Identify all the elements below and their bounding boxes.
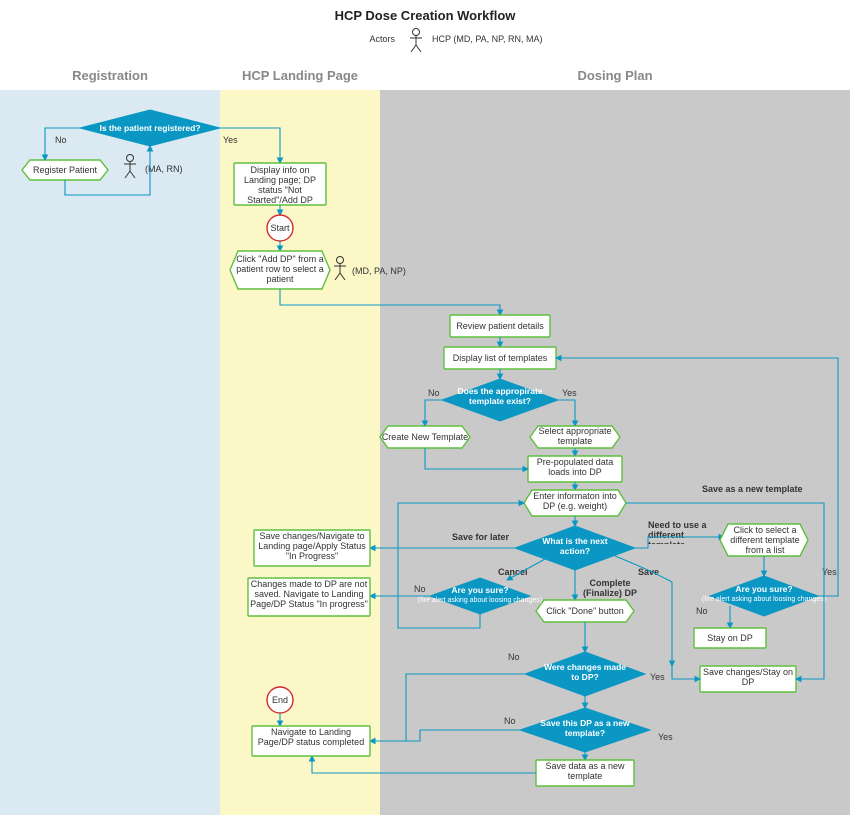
process-navigate-completed: Navigate to Landing Page/DP status compl…: [252, 726, 370, 756]
label-need-diff: Need to use a different template: [648, 520, 718, 544]
label-yes: Yes: [223, 135, 238, 145]
label-save: Save: [638, 567, 659, 577]
process-save-data-template: Save data as a new template: [536, 760, 634, 786]
action-select-template: Select appropriate template: [530, 426, 620, 448]
process-display-templates: Display list of templates: [444, 347, 556, 369]
svg-text:(fire alert asking about loosi: (fire alert asking about loosing changes…: [702, 596, 826, 603]
lane-dosing-title: Dosing Plan: [577, 68, 652, 83]
label-no: No: [428, 388, 440, 398]
process-save-navigate: Save changes/Navigate to Landing page/Ap…: [254, 530, 370, 566]
label-complete: Complete (Finalize) DP: [570, 578, 650, 598]
label-no: No: [414, 584, 426, 594]
label-save-for-later: Save for later: [452, 532, 510, 542]
actor-icon: [410, 29, 422, 53]
action-click-select-diff: Click to select a different template fro…: [720, 524, 808, 556]
actor-ma-rn-label: (MA, RN): [145, 164, 183, 174]
actor-md-pa-np-label: (MD, PA, NP): [352, 266, 406, 276]
action-register-patient: Register Patient: [22, 160, 108, 180]
svg-text:End: End: [272, 695, 288, 705]
terminator-start: Start: [267, 215, 293, 241]
label-no: No: [55, 135, 67, 145]
action-click-add-dp: Click "Add DP" from a patient row to sel…: [230, 251, 330, 289]
lane-landing-title: HCP Landing Page: [242, 68, 358, 83]
svg-text:Click "Done" button: Click "Done" button: [546, 606, 623, 616]
process-display-landing: Display info on Landing page; DP status …: [234, 163, 326, 205]
svg-text:Create New Template: Create New Template: [382, 432, 468, 442]
svg-text:Review patient details: Review patient details: [456, 321, 544, 331]
label-cancel: Cancel: [498, 567, 528, 577]
svg-text:(fire alert asking about loosi: (fire alert asking about loosing changes…: [418, 597, 542, 604]
page-title: HCP Dose Creation Workflow: [335, 8, 517, 23]
svg-text:Are you sure?: Are you sure?: [735, 584, 792, 594]
label-save-as-new: Save as a new template: [702, 484, 803, 494]
process-changes-not-saved: Changes made to DP are not saved. Naviga…: [248, 578, 370, 616]
lane-dosing-bg: [380, 90, 850, 815]
label-yes: Yes: [658, 732, 673, 742]
svg-text:Stay on DP: Stay on DP: [707, 633, 753, 643]
action-click-done: Click "Done" button: [536, 600, 634, 622]
lane-registration-bg: [0, 90, 220, 815]
actors-label: Actors: [369, 34, 395, 44]
action-enter-info: Enter informaton into DP (e.g. weight): [524, 490, 626, 516]
label-no: No: [508, 652, 520, 662]
process-review-patient: Review patient details: [450, 315, 550, 337]
label-yes: Yes: [650, 672, 665, 682]
process-save-stay: Save changes/Stay on DP: [700, 666, 796, 692]
svg-text:Are you sure?: Are you sure?: [451, 585, 508, 595]
action-create-template: Create New Template: [380, 426, 470, 448]
process-prepopulated: Pre-populated data loads into DP: [528, 456, 622, 482]
svg-text:Display list of templates: Display list of templates: [453, 353, 548, 363]
process-stay-on-dp: Stay on DP: [694, 628, 766, 648]
lane-registration-title: Registration: [72, 68, 148, 83]
label-yes: Yes: [562, 388, 577, 398]
svg-text:Start: Start: [270, 223, 290, 233]
label-no: No: [504, 716, 516, 726]
terminator-end: End: [267, 687, 293, 713]
svg-text:Is the patient registered?: Is the patient registered?: [99, 123, 200, 133]
actors-value: HCP (MD, PA, NP, RN, MA): [432, 34, 543, 44]
label-no: No: [696, 606, 708, 616]
svg-text:Register Patient: Register Patient: [33, 165, 98, 175]
